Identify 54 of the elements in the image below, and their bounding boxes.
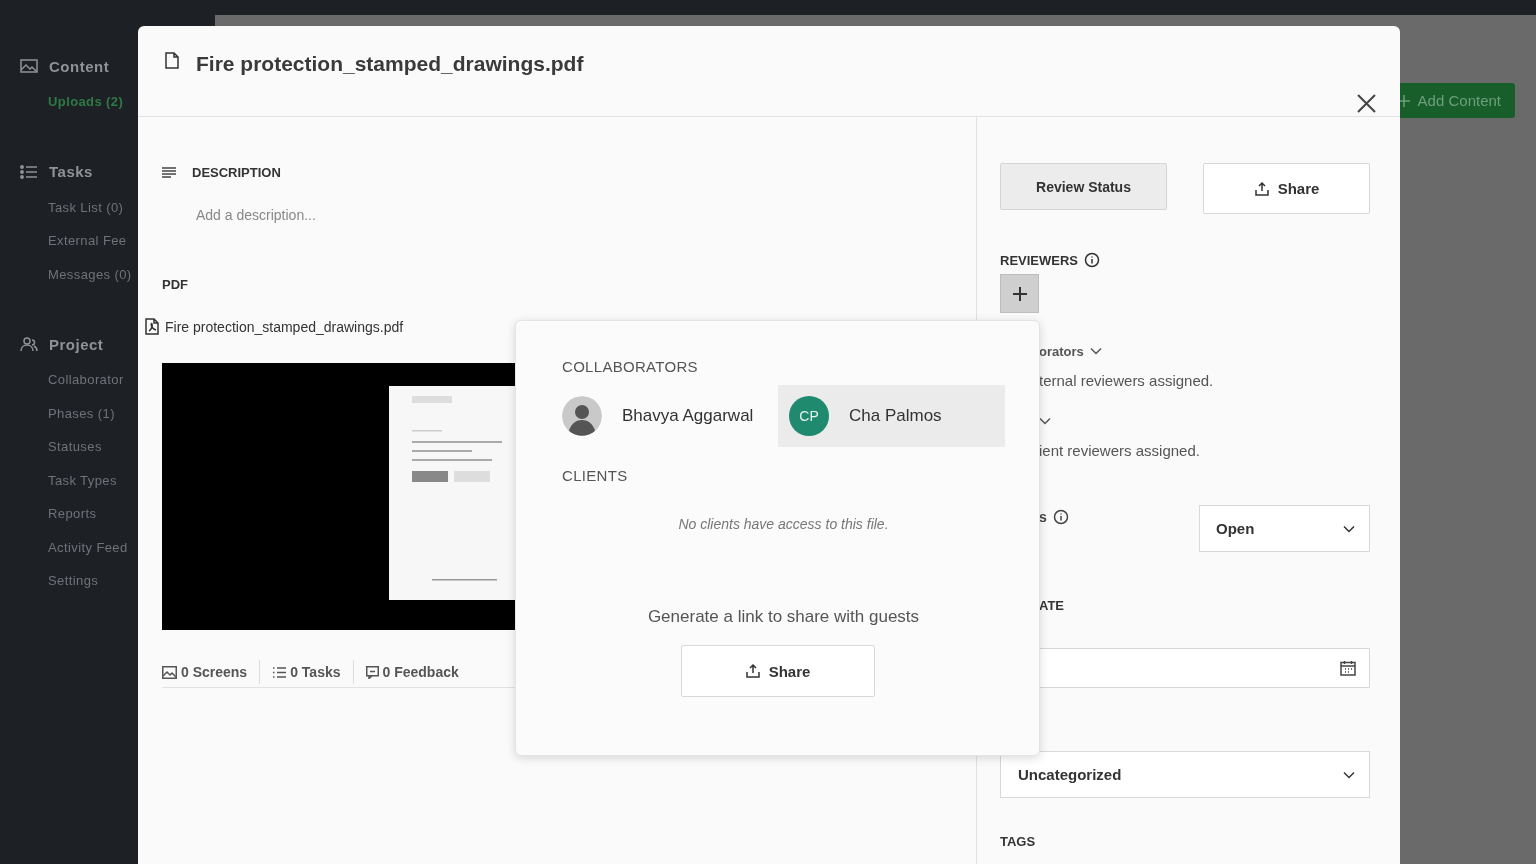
group-label: orators [1039,343,1084,359]
share-button[interactable]: Share [680,645,875,697]
avatar: CP [789,396,829,436]
image-icon [162,665,177,679]
text-lines-icon [162,167,176,178]
plus-icon [1012,286,1027,301]
category-dropdown[interactable]: Uncategorized [1000,751,1370,798]
description-field[interactable]: Add a description... [196,203,596,227]
image-icon [20,58,38,74]
guest-link-prompt: Generate a link to share with guests [646,607,921,627]
avatar [562,396,602,436]
file-icon [165,52,179,69]
sidebar-heading: Content [49,57,110,75]
info-icon [1084,252,1100,268]
list-icon [20,163,38,180]
share-button[interactable]: Share [1203,163,1370,214]
member-item[interactable]: CP Cha Palmos [778,385,1005,447]
people-icon [20,336,38,352]
close-icon [1357,94,1376,113]
status-dropdown[interactable]: Open [1199,505,1370,552]
info-icon [1052,509,1069,525]
stat-label: 0 Screens [181,664,248,680]
chevron-down-icon [1343,770,1355,779]
dialog-title: Fire protection_stamped_drawings.pdf [196,52,585,76]
calendar-icon [1340,660,1356,676]
add-reviewer-button[interactable] [1000,274,1039,313]
section-heading: DESCRIPTION [192,165,281,180]
section-heading: REVIEWERS [1000,252,1078,268]
empty-message: No clients have access to this file. [677,516,890,532]
section-heading: CLIENTS [562,467,629,484]
chevron-down-icon [1039,417,1051,425]
empty-note: ient reviewers assigned. [1039,442,1201,459]
share-icon [1253,180,1270,197]
share-icon [744,663,761,679]
stat-label: 0 Feedback [382,664,459,680]
review-status-button[interactable]: Review Status [1000,163,1167,210]
section-heading: PDF [162,277,189,292]
field-label: s [1039,509,1047,525]
file-link[interactable]: Fire protection_stamped_drawings.pdf [165,318,404,335]
pdf-file-icon [145,318,159,335]
comment-icon [365,665,379,679]
empty-note: ternal reviewers assigned. [1039,372,1215,389]
stat-label: 0 Tasks [290,664,341,680]
field-label: ATE [1039,598,1066,613]
close-button[interactable] [1357,94,1376,113]
chevron-down-icon [1343,524,1355,533]
section-heading: TAGS [1000,834,1037,849]
sidebar-heading: Project [49,335,104,353]
sidebar-heading: Tasks [49,163,93,180]
chevron-down-icon [1089,347,1102,355]
section-heading: COLLABORATORS [562,358,699,375]
member-item[interactable]: Bhavya Aggarwal [551,385,778,447]
plus-icon [1397,94,1410,107]
list-icon [272,665,287,679]
